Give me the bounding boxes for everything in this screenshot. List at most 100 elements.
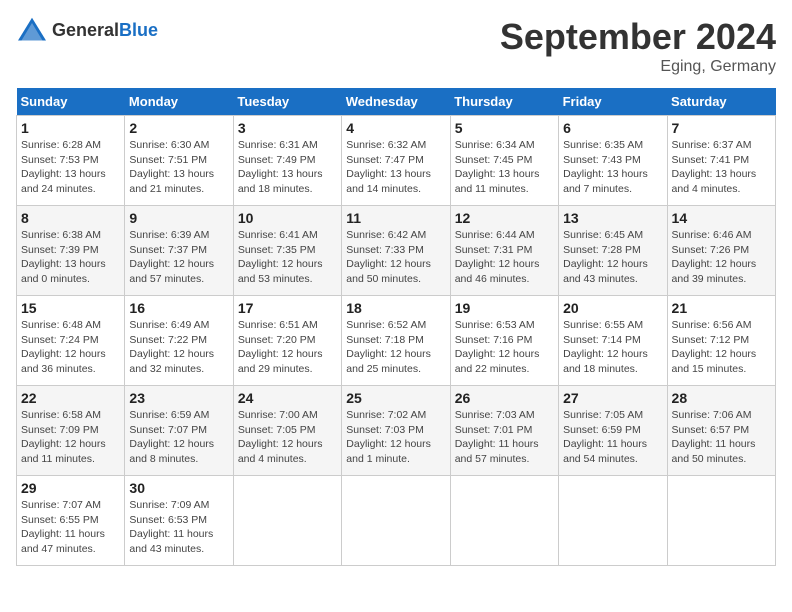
day-detail: Sunrise: 6:48 AM Sunset: 7:24 PM Dayligh… (21, 318, 120, 377)
day-number: 10 (238, 210, 337, 226)
day-cell-13: 13 Sunrise: 6:45 AM Sunset: 7:28 PM Dayli… (559, 206, 667, 296)
col-header-wednesday: Wednesday (342, 88, 450, 116)
day-number: 28 (672, 390, 771, 406)
day-cell-15: 15 Sunrise: 6:48 AM Sunset: 7:24 PM Dayli… (17, 296, 125, 386)
logo: GeneralBlue (16, 16, 158, 44)
day-number: 23 (129, 390, 228, 406)
day-number: 7 (672, 120, 771, 136)
day-detail: Sunrise: 6:28 AM Sunset: 7:53 PM Dayligh… (21, 138, 120, 197)
day-number: 14 (672, 210, 771, 226)
logo-blue-text: Blue (119, 20, 158, 40)
day-cell-30: 30 Sunrise: 7:09 AM Sunset: 6:53 PM Dayli… (125, 476, 233, 566)
day-detail: Sunrise: 6:34 AM Sunset: 7:45 PM Dayligh… (455, 138, 554, 197)
day-detail: Sunrise: 7:00 AM Sunset: 7:05 PM Dayligh… (238, 408, 337, 467)
day-detail: Sunrise: 6:37 AM Sunset: 7:41 PM Dayligh… (672, 138, 771, 197)
day-number: 3 (238, 120, 337, 136)
day-cell-23: 23 Sunrise: 6:59 AM Sunset: 7:07 PM Dayli… (125, 386, 233, 476)
day-number: 27 (563, 390, 662, 406)
day-cell-9: 9 Sunrise: 6:39 AM Sunset: 7:37 PM Daylig… (125, 206, 233, 296)
title-block: September 2024 Eging, Germany (500, 16, 776, 76)
day-detail: Sunrise: 6:53 AM Sunset: 7:16 PM Dayligh… (455, 318, 554, 377)
day-detail: Sunrise: 7:06 AM Sunset: 6:57 PM Dayligh… (672, 408, 771, 467)
week-row-5: 29 Sunrise: 7:07 AM Sunset: 6:55 PM Dayli… (17, 476, 776, 566)
day-cell-19: 19 Sunrise: 6:53 AM Sunset: 7:16 PM Dayli… (450, 296, 558, 386)
calendar-table: SundayMondayTuesdayWednesdayThursdayFrid… (16, 88, 776, 566)
day-number: 24 (238, 390, 337, 406)
day-number: 30 (129, 480, 228, 496)
empty-cell (667, 476, 775, 566)
day-number: 15 (21, 300, 120, 316)
day-detail: Sunrise: 6:41 AM Sunset: 7:35 PM Dayligh… (238, 228, 337, 287)
week-row-2: 8 Sunrise: 6:38 AM Sunset: 7:39 PM Daylig… (17, 206, 776, 296)
day-cell-24: 24 Sunrise: 7:00 AM Sunset: 7:05 PM Dayli… (233, 386, 341, 476)
day-cell-29: 29 Sunrise: 7:07 AM Sunset: 6:55 PM Dayli… (17, 476, 125, 566)
empty-cell (559, 476, 667, 566)
week-row-3: 15 Sunrise: 6:48 AM Sunset: 7:24 PM Dayli… (17, 296, 776, 386)
day-number: 17 (238, 300, 337, 316)
day-cell-16: 16Sunrise: 6:49 AM Sunset: 7:22 PM Dayli… (125, 296, 233, 386)
day-cell-8: 8 Sunrise: 6:38 AM Sunset: 7:39 PM Daylig… (17, 206, 125, 296)
week-row-4: 22Sunrise: 6:58 AM Sunset: 7:09 PM Dayli… (17, 386, 776, 476)
day-detail: Sunrise: 6:59 AM Sunset: 7:07 PM Dayligh… (129, 408, 228, 467)
day-detail: Sunrise: 6:44 AM Sunset: 7:31 PM Dayligh… (455, 228, 554, 287)
day-cell-11: 11 Sunrise: 6:42 AM Sunset: 7:33 PM Dayli… (342, 206, 450, 296)
logo-general-text: General (52, 20, 119, 40)
day-number: 21 (672, 300, 771, 316)
day-number: 25 (346, 390, 445, 406)
col-header-sunday: Sunday (17, 88, 125, 116)
day-number: 1 (21, 120, 120, 136)
day-detail: Sunrise: 6:55 AM Sunset: 7:14 PM Dayligh… (563, 318, 662, 377)
day-detail: Sunrise: 6:46 AM Sunset: 7:26 PM Dayligh… (672, 228, 771, 287)
col-header-tuesday: Tuesday (233, 88, 341, 116)
day-number: 8 (21, 210, 120, 226)
day-cell-2: 2Sunrise: 6:30 AM Sunset: 7:51 PM Daylig… (125, 116, 233, 206)
week-row-1: 1 Sunrise: 6:28 AM Sunset: 7:53 PM Daylig… (17, 116, 776, 206)
day-detail: Sunrise: 6:45 AM Sunset: 7:28 PM Dayligh… (563, 228, 662, 287)
day-cell-18: 18 Sunrise: 6:52 AM Sunset: 7:18 PM Dayli… (342, 296, 450, 386)
page-header: GeneralBlue September 2024 Eging, German… (16, 16, 776, 76)
column-header-row: SundayMondayTuesdayWednesdayThursdayFrid… (17, 88, 776, 116)
day-cell-17: 17 Sunrise: 6:51 AM Sunset: 7:20 PM Dayli… (233, 296, 341, 386)
day-number: 11 (346, 210, 445, 226)
logo-icon (16, 16, 48, 44)
day-cell-20: 20 Sunrise: 6:55 AM Sunset: 7:14 PM Dayli… (559, 296, 667, 386)
day-number: 26 (455, 390, 554, 406)
day-cell-3: 3 Sunrise: 6:31 AM Sunset: 7:49 PM Daylig… (233, 116, 341, 206)
day-cell-26: 26Sunrise: 7:03 AM Sunset: 7:01 PM Dayli… (450, 386, 558, 476)
day-detail: Sunrise: 6:42 AM Sunset: 7:33 PM Dayligh… (346, 228, 445, 287)
day-cell-14: 14 Sunrise: 6:46 AM Sunset: 7:26 PM Dayli… (667, 206, 775, 296)
day-cell-7: 7 Sunrise: 6:37 AM Sunset: 7:41 PM Daylig… (667, 116, 775, 206)
day-number: 29 (21, 480, 120, 496)
day-number: 12 (455, 210, 554, 226)
location: Eging, Germany (500, 58, 776, 76)
day-detail: Sunrise: 6:32 AM Sunset: 7:47 PM Dayligh… (346, 138, 445, 197)
col-header-monday: Monday (125, 88, 233, 116)
day-detail: Sunrise: 6:35 AM Sunset: 7:43 PM Dayligh… (563, 138, 662, 197)
day-cell-6: 6Sunrise: 6:35 AM Sunset: 7:43 PM Daylig… (559, 116, 667, 206)
empty-cell (233, 476, 341, 566)
day-detail: Sunrise: 6:58 AM Sunset: 7:09 PM Dayligh… (21, 408, 120, 467)
day-detail: Sunrise: 6:39 AM Sunset: 7:37 PM Dayligh… (129, 228, 228, 287)
col-header-thursday: Thursday (450, 88, 558, 116)
col-header-saturday: Saturday (667, 88, 775, 116)
day-detail: Sunrise: 7:07 AM Sunset: 6:55 PM Dayligh… (21, 498, 120, 557)
day-detail: Sunrise: 6:31 AM Sunset: 7:49 PM Dayligh… (238, 138, 337, 197)
day-detail: Sunrise: 6:52 AM Sunset: 7:18 PM Dayligh… (346, 318, 445, 377)
month-title: September 2024 (500, 16, 776, 58)
day-cell-27: 27Sunrise: 7:05 AM Sunset: 6:59 PM Dayli… (559, 386, 667, 476)
day-cell-28: 28 Sunrise: 7:06 AM Sunset: 6:57 PM Dayli… (667, 386, 775, 476)
day-number: 2 (129, 120, 228, 136)
day-detail: Sunrise: 6:51 AM Sunset: 7:20 PM Dayligh… (238, 318, 337, 377)
day-detail: Sunrise: 6:38 AM Sunset: 7:39 PM Dayligh… (21, 228, 120, 287)
day-cell-10: 10 Sunrise: 6:41 AM Sunset: 7:35 PM Dayli… (233, 206, 341, 296)
day-cell-1: 1 Sunrise: 6:28 AM Sunset: 7:53 PM Daylig… (17, 116, 125, 206)
day-number: 9 (129, 210, 228, 226)
day-detail: Sunrise: 7:09 AM Sunset: 6:53 PM Dayligh… (129, 498, 228, 557)
day-number: 4 (346, 120, 445, 136)
day-number: 13 (563, 210, 662, 226)
day-cell-22: 22Sunrise: 6:58 AM Sunset: 7:09 PM Dayli… (17, 386, 125, 476)
day-cell-4: 4 Sunrise: 6:32 AM Sunset: 7:47 PM Daylig… (342, 116, 450, 206)
day-number: 19 (455, 300, 554, 316)
day-number: 20 (563, 300, 662, 316)
day-number: 18 (346, 300, 445, 316)
